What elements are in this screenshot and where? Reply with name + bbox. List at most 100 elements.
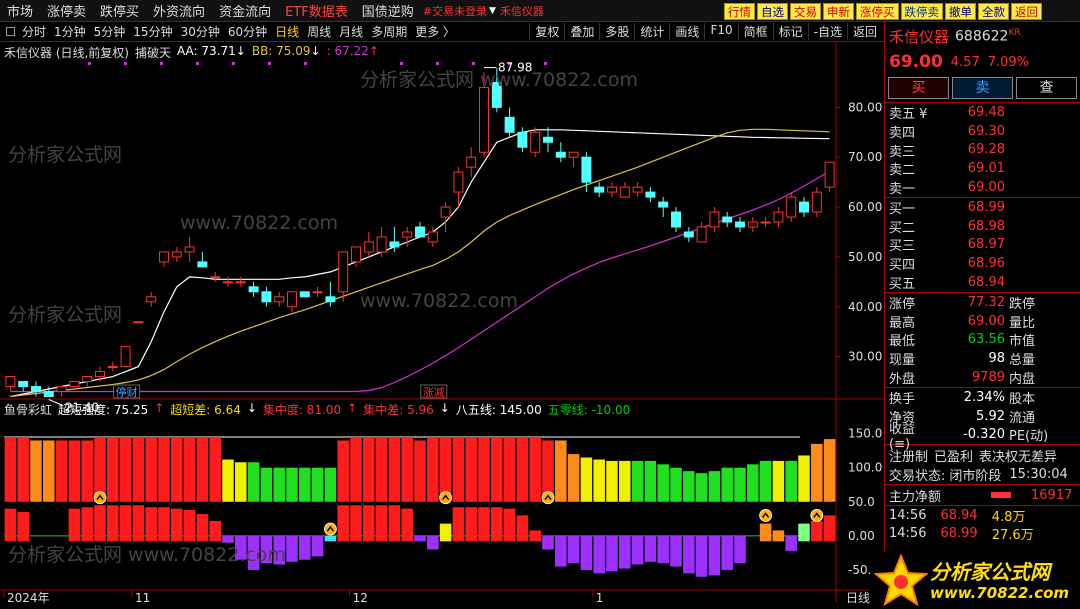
strength-bar	[465, 437, 477, 502]
strength-bar	[375, 437, 388, 502]
stats2-value: 2.34%	[963, 389, 1005, 405]
signal-dot	[88, 62, 91, 65]
stock-search-label[interactable]: 禾信仪器	[498, 3, 544, 19]
tick-p: 68.94	[940, 507, 978, 523]
period-checkbox[interactable]	[6, 27, 15, 36]
quick-button-7[interactable]: 全款	[978, 3, 1009, 20]
quick-button-1[interactable]: 自选	[757, 3, 788, 20]
price-change: 4.57	[950, 54, 980, 70]
toolbar-action-0[interactable]: 复权	[529, 23, 564, 40]
concentration-bar	[708, 535, 721, 576]
toolbar-action-6[interactable]: 简框	[737, 23, 773, 40]
quick-button-0[interactable]: 行情	[724, 3, 755, 20]
menu-item-4[interactable]: 资金流向	[212, 1, 278, 20]
menu-item-2[interactable]: 跌停买	[93, 1, 146, 20]
sub-indicator-name[interactable]: 鱼骨彩虹	[4, 401, 52, 418]
candle-body	[658, 201, 669, 208]
strength-bar	[235, 462, 247, 502]
candle-body	[69, 381, 80, 388]
kline-chart[interactable]: 30.0040.0050.0060.0070.0080.0087.9821.40…	[0, 42, 884, 609]
toolbar-action-9[interactable]: 返回	[846, 23, 882, 40]
period-tab-4[interactable]: 30分钟	[177, 23, 224, 40]
menu-item-1[interactable]: 涨停卖	[40, 1, 93, 20]
candle-body	[735, 221, 745, 228]
period-tab-8[interactable]: 月线	[335, 23, 367, 40]
concentration-bar	[68, 508, 81, 542]
logo-line1: 分析家公式网	[930, 560, 1050, 584]
sub-legend-item-9: 五零线: -10.00	[547, 403, 631, 417]
tick-row: 14:56 68.94 4.8万	[885, 506, 1080, 525]
stats-row: 现量 98 总量	[885, 349, 1080, 368]
period-tab-7[interactable]: 周线	[303, 23, 335, 40]
stats2-label: 换手	[889, 391, 916, 407]
stats-label: 涨停	[889, 296, 916, 312]
period-tab-5[interactable]: 60分钟	[224, 23, 271, 40]
toolbar-action-5[interactable]: F10	[704, 23, 737, 40]
asks-row: 卖五 ¥ 69.48	[885, 103, 1080, 122]
concentration-bar	[171, 508, 183, 542]
quick-button-6[interactable]: 撤单	[945, 3, 976, 20]
period-tab-9[interactable]: 多周期	[367, 23, 411, 40]
concentration-bar	[606, 535, 618, 572]
asks-value: 69.01	[967, 161, 1005, 177]
strength-bar	[388, 437, 401, 502]
concentration-bar	[555, 535, 567, 567]
dropdown-icon[interactable]: ▼	[487, 6, 498, 16]
strength-bar	[593, 459, 605, 502]
stock-code: 688622KR	[955, 27, 1021, 45]
period-tab-1[interactable]: 1分钟	[50, 23, 90, 40]
toolbar-action-3[interactable]: 统计	[634, 23, 669, 40]
concentration-bar	[785, 535, 797, 551]
candle-body	[312, 291, 323, 294]
quick-button-8[interactable]: 返回	[1011, 3, 1042, 20]
quick-button-3[interactable]: 申新	[823, 3, 854, 20]
strength-bar	[567, 454, 580, 502]
bb-arrow: ↓	[310, 44, 321, 58]
toolbar-action-7[interactable]: 标记	[772, 23, 808, 40]
strength-bar	[478, 437, 490, 502]
stats-row: 涨停 77.32 跌停	[885, 293, 1080, 312]
indicator-name[interactable]: 捕破天	[135, 44, 171, 61]
marker-icon	[541, 491, 555, 505]
sub-axis-label: 0.00	[848, 529, 875, 543]
candle-body	[287, 291, 297, 308]
signal-dot	[124, 62, 127, 65]
concentration-bar	[772, 530, 785, 542]
menu-item-6[interactable]: 国债逆购	[355, 1, 421, 20]
date-label: 2024年	[7, 591, 50, 605]
login-warning[interactable]: #交易未登录	[421, 3, 487, 19]
candle-body	[517, 131, 528, 148]
netflow-bar	[991, 492, 1012, 499]
tick-s: 27.6万	[991, 527, 1034, 543]
toolbar-action-4[interactable]: 画线	[669, 23, 704, 40]
bids-value: 68.99	[967, 199, 1005, 215]
candle-body	[440, 206, 451, 218]
strength-bar	[759, 460, 772, 502]
period-tab-10[interactable]: 更多 〉	[411, 23, 459, 40]
strength-bar	[4, 437, 17, 502]
toolbar-action-2[interactable]: 多股	[599, 23, 634, 40]
buy-button[interactable]: 买	[888, 77, 949, 99]
strength-bar	[785, 460, 797, 502]
period-tab-3[interactable]: 15分钟	[129, 23, 176, 40]
quick-button-5[interactable]: 跌停卖	[900, 3, 943, 20]
toolbar-action-1[interactable]: 叠加	[564, 23, 599, 40]
candle-body	[645, 191, 656, 198]
bids-row: 买一 68.99	[885, 198, 1080, 217]
bids-label: 买三	[889, 239, 916, 255]
price-pct: 7.09%	[987, 54, 1030, 70]
concentration-bar	[439, 523, 452, 542]
quick-button-4[interactable]: 涨停买	[856, 3, 899, 20]
query-button[interactable]: 查	[1016, 77, 1077, 99]
menu-item-3[interactable]: 外资流向	[146, 1, 212, 20]
menu-item-0[interactable]: 市场	[0, 1, 40, 20]
menu-item-5[interactable]: ETF数据表	[278, 1, 355, 20]
toolbar-action-8[interactable]: -自选	[807, 23, 847, 40]
stats-value: 77.32	[967, 294, 1005, 310]
concentration-bar	[81, 507, 93, 542]
period-tab-6[interactable]: 日线	[271, 23, 303, 40]
period-tab-0[interactable]: 分时	[18, 23, 50, 40]
quick-button-2[interactable]: 交易	[790, 3, 821, 20]
sell-button[interactable]: 卖	[952, 77, 1013, 99]
period-tab-2[interactable]: 5分钟	[90, 23, 130, 40]
